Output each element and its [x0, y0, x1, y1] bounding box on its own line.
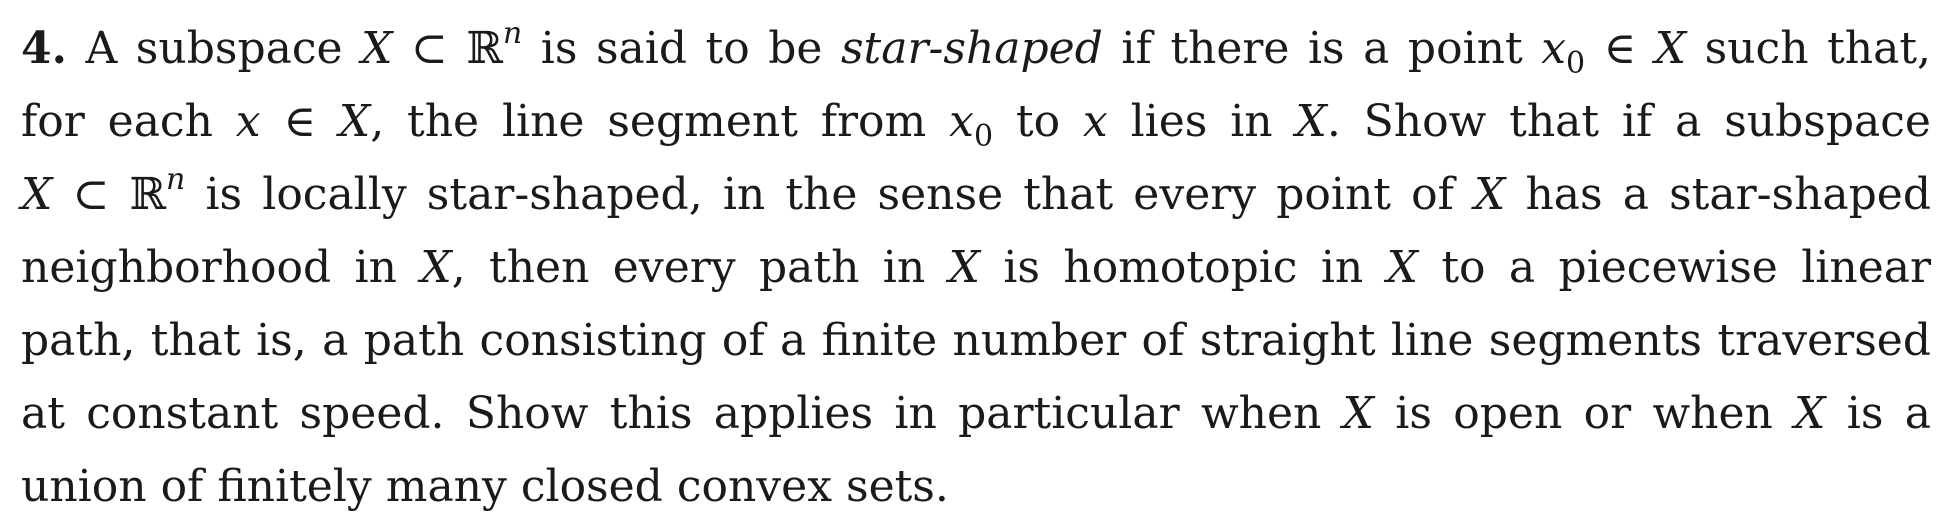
text-run: is said to be [522, 23, 841, 74]
problem-number: 4. [21, 23, 67, 74]
text-run: , then every path in [451, 242, 949, 293]
text-run: to a piecewise linear [1417, 242, 1932, 293]
math-symbol: x [235, 96, 261, 147]
text-run: A subspace [66, 23, 362, 74]
math-symbol: star-shaped [840, 23, 1103, 74]
math-symbol: X [1474, 169, 1506, 220]
text-line: for each x ∈ X, the line segment from x0… [21, 85, 1931, 158]
text-line: path, that is, a path consisting of a fi… [21, 304, 1931, 377]
text-run: ∈ [260, 96, 339, 147]
math-symbol: x [1541, 23, 1567, 74]
text-run: . Show that if a subspace [1326, 96, 1931, 147]
math-symbol: 0 [973, 119, 994, 154]
text-line: neighborhood in X, then every path in X … [21, 231, 1931, 304]
text-run: , the line segment from [370, 96, 950, 147]
math-symbol: X [1386, 242, 1418, 293]
text-run: to [993, 96, 1083, 147]
text-run: if there is a point [1102, 23, 1542, 74]
math-symbol: X [948, 242, 980, 293]
text-run: is open or when [1373, 388, 1795, 439]
text-run: for each [21, 96, 236, 147]
math-symbol: 0 [1566, 46, 1586, 81]
math-symbol: X [1794, 388, 1826, 439]
math-symbol: n [166, 162, 186, 197]
text-run: ∈ [1585, 23, 1655, 74]
math-symbol: X [1342, 388, 1374, 439]
text-run: is homotopic in [979, 242, 1387, 293]
text-line: union of finitely many closed convex set… [21, 450, 1931, 523]
text-line: at constant speed. Show this applies in … [21, 377, 1931, 450]
problem-paragraph: 4. A subspace X ⊂ ℝn is said to be star-… [21, 12, 1931, 523]
text-run: ⊂ ℝ [392, 23, 503, 74]
text-run: such that, [1686, 23, 1931, 74]
text-run: neighborhood in [21, 242, 421, 293]
math-symbol: X [361, 23, 393, 74]
text-run: is a [1825, 388, 1931, 439]
math-symbol: x [1082, 96, 1108, 147]
text-run: has a star-shaped [1505, 169, 1932, 220]
math-symbol: X [338, 96, 371, 147]
text-run: union of finitely many closed convex set… [21, 461, 949, 512]
math-symbol: x [949, 96, 974, 147]
text-run: lies in [1107, 96, 1296, 147]
math-symbol: n [502, 16, 523, 51]
text-run: is locally star-shaped, in the sense tha… [185, 169, 1475, 220]
math-symbol: X [1295, 96, 1327, 147]
math-symbol: X [420, 242, 452, 293]
text-run: path, that is, a path consisting of a fi… [21, 315, 1931, 366]
text-run: ⊂ ℝ [52, 169, 167, 220]
text-run: at constant speed. Show this applies in … [21, 388, 1343, 439]
page: { "problem": { "number": "4.", "lines": … [0, 0, 1960, 518]
text-line: 4. A subspace X ⊂ ℝn is said to be star-… [21, 12, 1931, 85]
math-symbol: X [1654, 23, 1687, 74]
text-line: X ⊂ ℝn is locally star-shaped, in the se… [21, 158, 1931, 231]
math-symbol: X [21, 169, 53, 220]
